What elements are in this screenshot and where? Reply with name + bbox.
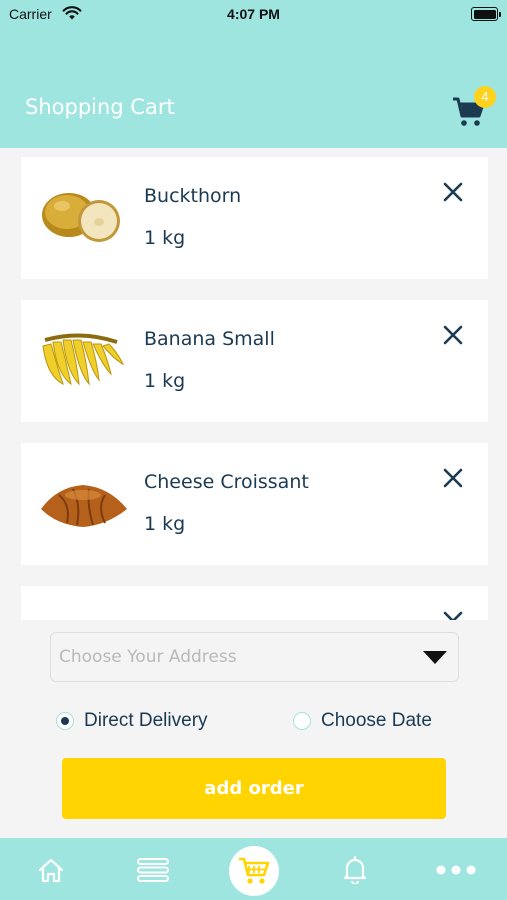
cart-item: Buckthorn 1 kg — [21, 157, 488, 279]
cart-count-badge: 4 — [474, 86, 496, 108]
item-quantity: 1 kg — [144, 227, 186, 249]
item-name: Cheese Croissant — [144, 471, 309, 493]
chevron-down-icon — [423, 651, 447, 664]
more-icon — [436, 865, 476, 875]
bottle-image — [37, 608, 129, 620]
address-placeholder: Choose Your Address — [59, 647, 237, 667]
clock-label: 4:07 PM — [227, 6, 280, 22]
cart-list[interactable]: Buckthorn 1 kg Banana Small 1 kg Cheese … — [0, 148, 507, 620]
menu-icon — [137, 858, 169, 882]
tab-home[interactable] — [21, 838, 81, 900]
close-icon[interactable] — [442, 181, 464, 203]
radio-choose-date[interactable]: Choose Date — [293, 708, 453, 736]
header: Carrier 4:07 PM Shopping Cart 4 — [0, 0, 507, 148]
item-name: Banana Small — [144, 328, 275, 350]
radio-selected-icon — [56, 712, 74, 730]
item-name: Buckthorn — [144, 185, 242, 207]
buckthorn-image — [42, 193, 120, 242]
close-icon[interactable] — [442, 467, 464, 489]
cart-item: Banana Small 1 kg — [21, 300, 488, 422]
croissant-image — [41, 485, 127, 527]
close-icon[interactable] — [442, 610, 464, 620]
item-quantity: 1 kg — [144, 370, 186, 392]
add-order-button[interactable]: add order — [62, 758, 446, 819]
page-title: Shopping Cart — [25, 95, 175, 119]
address-select[interactable]: Choose Your Address — [50, 632, 459, 682]
radio-label: Choose Date — [321, 710, 432, 731]
close-icon[interactable] — [442, 324, 464, 346]
banana-image — [42, 333, 125, 386]
bell-icon — [343, 856, 367, 884]
tab-more[interactable] — [426, 838, 486, 900]
cart-icon — [239, 857, 270, 884]
cart-item — [21, 586, 488, 620]
home-icon — [38, 858, 64, 883]
radio-label: Direct Delivery — [84, 710, 208, 731]
battery-icon — [471, 7, 501, 21]
item-quantity: 1 kg — [144, 513, 186, 535]
tab-cart[interactable] — [229, 846, 279, 896]
header-cart-button[interactable]: 4 — [448, 86, 496, 132]
tab-notifications[interactable] — [325, 838, 385, 900]
radio-direct-delivery[interactable]: Direct Delivery — [56, 708, 236, 736]
radio-unselected-icon — [293, 712, 311, 730]
cart-item: Cheese Croissant 1 kg — [21, 443, 488, 565]
tab-categories[interactable] — [122, 838, 182, 900]
status-bar: Carrier 4:07 PM — [0, 0, 507, 30]
